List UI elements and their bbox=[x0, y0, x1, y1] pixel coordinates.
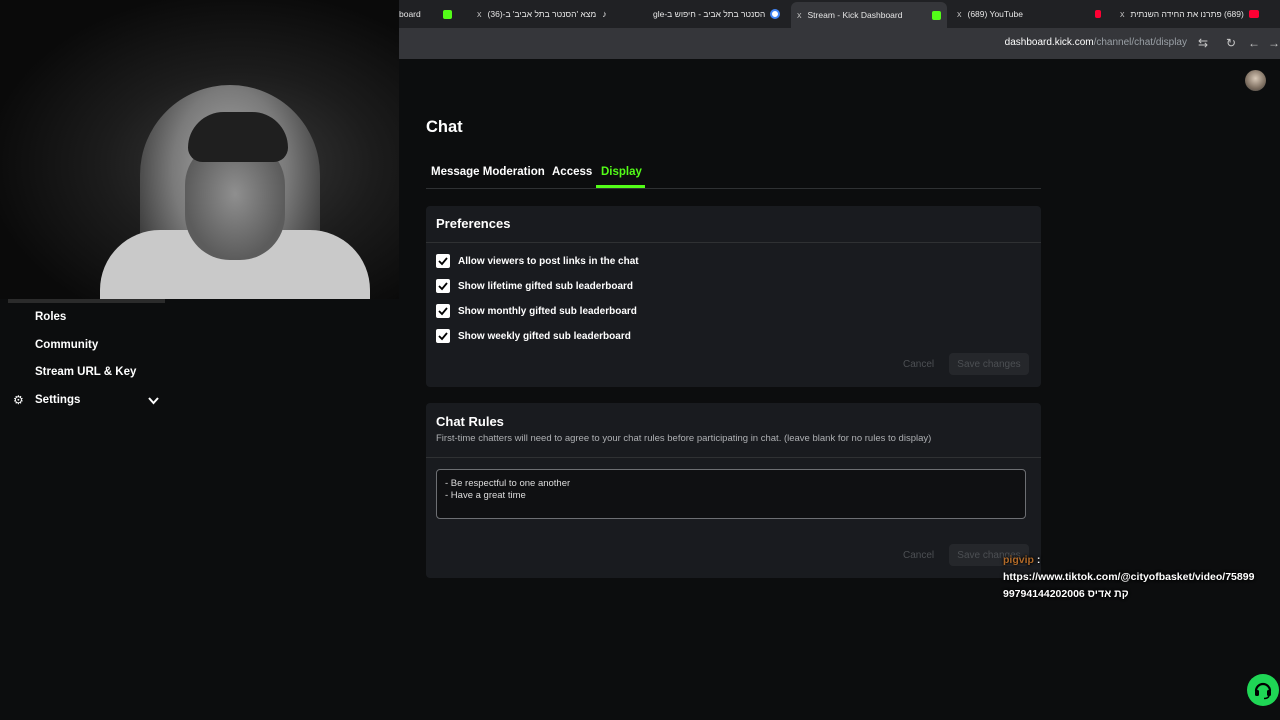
browser-tab[interactable]: הסנטר בתל אביב - חיפוש ב-gle bbox=[631, 4, 786, 24]
browser-tab[interactable]: x (689) פתרנו את החידה השנתית bbox=[1114, 4, 1280, 24]
chat-message-header: pigvip : bbox=[1003, 552, 1254, 569]
checkmark-icon bbox=[438, 307, 448, 316]
url-field[interactable]: dashboard.kick.com/channel/chat/display bbox=[1005, 37, 1187, 48]
checkbox-label: Show lifetime gifted sub leaderboard bbox=[458, 280, 634, 292]
youtube-favicon-icon bbox=[1248, 10, 1259, 18]
forward-arrow-icon[interactable]: → bbox=[1268, 36, 1280, 50]
headset-icon bbox=[1254, 682, 1272, 700]
url-domain: dashboard.kick.com bbox=[1004, 37, 1094, 48]
browser-tab[interactable]: board bbox=[399, 4, 461, 24]
preference-option[interactable]: Show lifetime gifted sub leaderboard bbox=[436, 279, 633, 293]
sidebar-item-roles[interactable]: Roles bbox=[35, 311, 66, 323]
chat-rules-title: Chat Rules bbox=[436, 414, 504, 429]
checkbox-label: Show monthly gifted sub leaderboard bbox=[458, 305, 637, 317]
kick-favicon-icon bbox=[442, 9, 452, 19]
close-icon[interactable]: x bbox=[957, 9, 962, 19]
google-favicon-icon bbox=[770, 9, 781, 19]
cancel-button[interactable]: Cancel bbox=[903, 359, 934, 370]
tiktok-favicon-icon: ♪ bbox=[602, 9, 607, 19]
preference-option[interactable]: Show monthly gifted sub leaderboard bbox=[436, 304, 637, 318]
tab-title: board bbox=[399, 9, 421, 19]
sidebar-item-community[interactable]: Community bbox=[35, 339, 98, 351]
tab-access[interactable]: Access bbox=[552, 166, 592, 178]
url-path: /channel/chat/display bbox=[1093, 37, 1187, 48]
chat-settings-tabs: Message Moderation Access Display bbox=[426, 164, 1041, 189]
close-icon[interactable]: x bbox=[1120, 9, 1125, 19]
chat-separator: : bbox=[1036, 554, 1041, 566]
checkmark-icon bbox=[438, 282, 448, 291]
tab-title: מצא 'הסנטר בתל אביב' ב-(36) bbox=[487, 9, 597, 19]
sidebar-item-settings[interactable]: Settings bbox=[35, 394, 80, 406]
checkbox-label: Show weekly gifted sub leaderboard bbox=[458, 330, 631, 342]
site-settings-icon[interactable]: ⇆ bbox=[1198, 36, 1208, 50]
tab-message-moderation[interactable]: Message Moderation bbox=[431, 166, 545, 178]
address-bar: dashboard.kick.com/channel/chat/display … bbox=[399, 28, 1280, 59]
avatar[interactable] bbox=[1245, 70, 1266, 91]
sidebar-item-stream-url-key[interactable]: Stream URL & Key bbox=[35, 366, 136, 378]
chat-rules-textarea[interactable]: - Be respectful to one another - Have a … bbox=[436, 469, 1026, 519]
preferences-card: Preferences Allow viewers to post links … bbox=[426, 206, 1041, 387]
page-title: Chat bbox=[426, 118, 463, 136]
back-arrow-icon[interactable]: ← bbox=[1248, 36, 1260, 50]
youtube-favicon-icon bbox=[1094, 10, 1101, 18]
browser-tab-active[interactable]: x Stream - Kick Dashboard bbox=[791, 2, 947, 28]
checkbox[interactable] bbox=[436, 279, 450, 293]
gear-icon: ⚙ bbox=[13, 393, 24, 407]
checkbox[interactable] bbox=[436, 329, 450, 343]
webcam-hair bbox=[188, 112, 288, 162]
rules-line: - Have a great time bbox=[445, 490, 526, 501]
preferences-title: Preferences bbox=[436, 216, 511, 231]
tab-title: (689) YouTube bbox=[967, 9, 1023, 19]
tab-display[interactable]: Display bbox=[601, 166, 642, 178]
chat-rules-card: Chat Rules First-time chatters will need… bbox=[426, 403, 1041, 578]
checkmark-icon bbox=[438, 332, 448, 341]
chat-rules-header: Chat Rules First-time chatters will need… bbox=[426, 403, 1041, 458]
tab-title: הסנטר בתל אביב - חיפוש ב-gle bbox=[653, 9, 766, 19]
preference-option[interactable]: Allow viewers to post links in the chat bbox=[436, 254, 639, 268]
checkbox[interactable] bbox=[436, 304, 450, 318]
active-tab-indicator bbox=[596, 185, 645, 188]
cancel-button[interactable]: Cancel bbox=[903, 550, 934, 561]
chevron-down-icon[interactable] bbox=[148, 397, 159, 405]
rules-line: - Be respectful to one another bbox=[445, 478, 571, 489]
checkbox-label: Allow viewers to post links in the chat bbox=[458, 255, 639, 267]
browser-tab[interactable]: x (689) YouTube bbox=[951, 4, 1106, 24]
chat-rules-description: First-time chatters will need to agree t… bbox=[436, 433, 932, 444]
chat-username: pigvip bbox=[1003, 554, 1034, 566]
chat-message-line: 99794144202006 קת אדיס bbox=[1003, 588, 1129, 600]
kick-favicon-icon bbox=[932, 10, 942, 20]
save-changes-button[interactable]: Save changes bbox=[949, 353, 1029, 375]
browser-tab[interactable]: x מצא 'הסנטר בתל אביב' ב-(36) ♪ bbox=[471, 4, 621, 24]
close-icon[interactable]: x bbox=[797, 10, 802, 20]
tab-title: (689) פתרנו את החידה השנתית bbox=[1130, 9, 1244, 19]
checkmark-icon bbox=[438, 257, 448, 266]
checkbox[interactable] bbox=[436, 254, 450, 268]
preference-option[interactable]: Show weekly gifted sub leaderboard bbox=[436, 329, 631, 343]
close-icon[interactable]: x bbox=[477, 9, 482, 19]
help-button[interactable] bbox=[1247, 674, 1279, 706]
browser-tab-bar: board x מצא 'הסנטר בתל אביב' ב-(36) ♪ הס… bbox=[399, 0, 1280, 28]
stream-chat-overlay: pigvip : https://www.tiktok.com/@cityofb… bbox=[1003, 552, 1254, 603]
sidebar-divider bbox=[8, 299, 165, 303]
chat-message-line: https://www.tiktok.com/@cityofbasket/vid… bbox=[1003, 571, 1255, 583]
preferences-header: Preferences bbox=[426, 206, 1041, 243]
reload-icon[interactable]: ↻ bbox=[1226, 36, 1236, 50]
tab-title: Stream - Kick Dashboard bbox=[807, 10, 903, 20]
